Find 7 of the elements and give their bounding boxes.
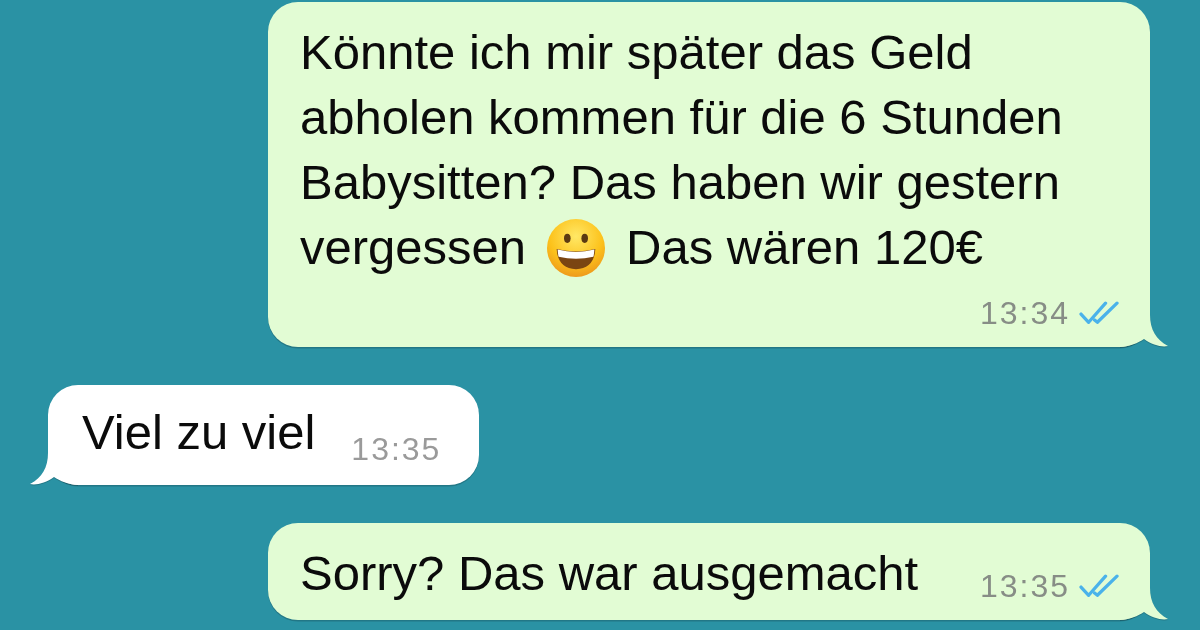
message-text: Sorry? Das war ausgemacht: [300, 545, 919, 602]
message-text: Könnte ich mir später das Geld abholen kommen für die 6 Stunden Babysitten? Das haben wir gestern vergessen Das wären 120€: [300, 20, 1090, 280]
message-time: 13:34: [979, 294, 1070, 333]
message-text: Viel zu viel: [82, 404, 316, 461]
message-time: 13:35: [351, 430, 442, 469]
grinning-face-icon: [547, 219, 606, 277]
message-time: 13:35: [979, 567, 1070, 606]
